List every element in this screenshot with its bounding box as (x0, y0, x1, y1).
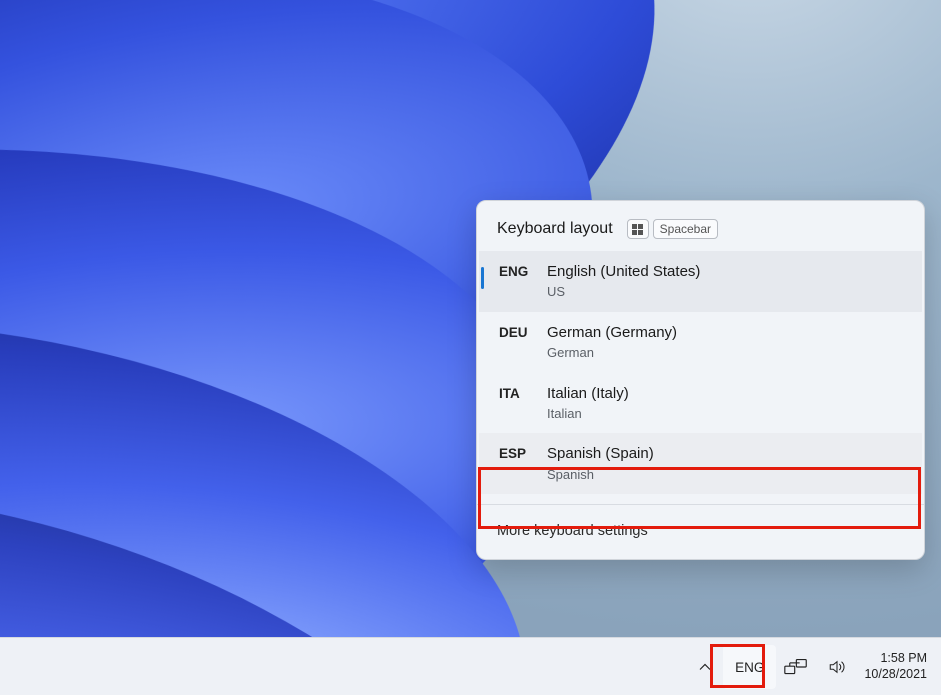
network-icon (784, 658, 812, 676)
language-name: Italian (Italy) (547, 384, 902, 404)
language-item-esp[interactable]: ESP Spanish (Spain) Spanish (479, 433, 922, 494)
language-indicator-label: ENG (735, 660, 764, 675)
language-item-eng[interactable]: ENG English (United States) US (479, 251, 922, 312)
language-name: English (United States) (547, 262, 902, 282)
windows-key-icon (627, 219, 649, 239)
clock-time: 1:58 PM (880, 651, 927, 667)
language-code: ITA (499, 384, 547, 401)
language-item-ita[interactable]: ITA Italian (Italy) Italian (479, 373, 922, 434)
language-name: German (Germany) (547, 323, 902, 343)
clock-button[interactable]: 1:58 PM 10/28/2021 (856, 651, 931, 682)
language-sub: Spanish (547, 466, 902, 484)
language-sub: German (547, 344, 902, 362)
flyout-title: Keyboard layout (497, 220, 613, 238)
language-code: DEU (499, 323, 547, 340)
language-indicator-button[interactable]: ENG (723, 645, 776, 689)
system-tray: ENG 1:58 PM 10/28/2021 (687, 638, 931, 695)
speaker-icon (828, 658, 846, 676)
tray-overflow-button[interactable] (687, 645, 723, 689)
language-sub: US (547, 283, 902, 301)
language-list: ENG English (United States) US DEU Germa… (477, 251, 924, 494)
taskbar: ENG 1:58 PM 10/28/2021 (0, 637, 941, 695)
flyout-header: Keyboard layout Spacebar (477, 201, 924, 251)
more-keyboard-settings-link[interactable]: More keyboard settings (477, 505, 924, 559)
keyboard-layout-flyout: Keyboard layout Spacebar ENG English (Un… (476, 200, 925, 560)
spacebar-key-icon: Spacebar (653, 219, 718, 239)
chevron-up-icon (695, 657, 715, 677)
clock-date: 10/28/2021 (864, 667, 927, 683)
volume-button[interactable] (820, 645, 854, 689)
language-sub: Italian (547, 405, 902, 423)
language-name: Spanish (Spain) (547, 444, 902, 464)
language-code: ENG (499, 262, 547, 279)
language-code: ESP (499, 444, 547, 461)
language-item-deu[interactable]: DEU German (Germany) German (479, 312, 922, 373)
network-button[interactable] (776, 645, 820, 689)
